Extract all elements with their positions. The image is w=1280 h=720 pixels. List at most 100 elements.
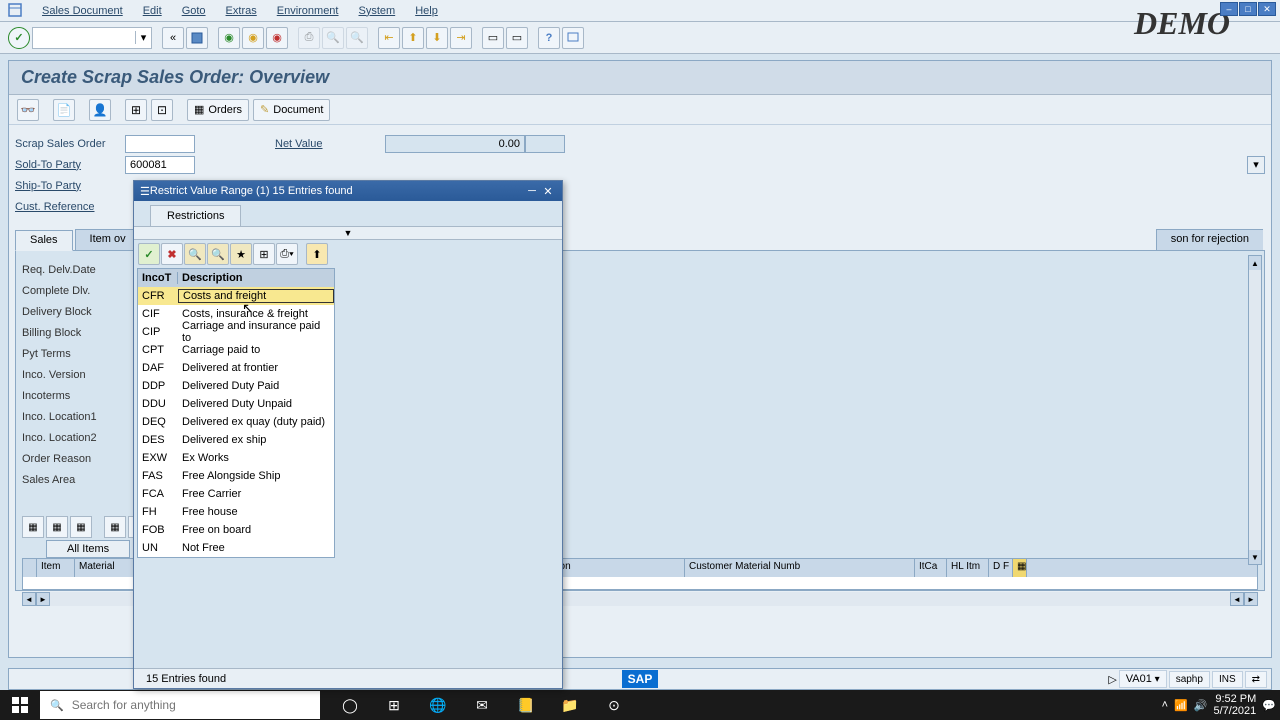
taskbar-app-notes[interactable]: 📒 <box>504 690 548 720</box>
grid-col-selector[interactable] <box>23 559 37 577</box>
cancel-button[interactable]: ◉ <box>266 27 288 49</box>
menu-sales-document[interactable]: Sales Document <box>32 5 133 17</box>
popup-close-button[interactable]: ✕ <box>540 183 556 199</box>
scroll-left2-button[interactable]: ◄ <box>1230 592 1244 606</box>
popup-tab-restrictions[interactable]: Restrictions <box>150 205 241 226</box>
popup-cancel-button[interactable]: ✖ <box>161 243 183 265</box>
popup-row-fca[interactable]: FCAFree Carrier <box>138 485 334 503</box>
enter-button[interactable]: ✓ <box>8 27 30 49</box>
task-view-button[interactable]: ◯ <box>328 690 372 720</box>
popup-row-ddp[interactable]: DDPDelivered Duty Paid <box>138 377 334 395</box>
taskbar-search[interactable]: 🔍 <box>40 691 320 719</box>
popup-row-exw[interactable]: EXWEx Works <box>138 449 334 467</box>
print-button[interactable]: ⎙ <box>298 27 320 49</box>
popup-row-cfr[interactable]: CFRCosts and freight <box>138 287 334 305</box>
tab-sales[interactable]: Sales <box>15 230 73 251</box>
popup-settings-button[interactable]: ⊞ <box>253 243 275 265</box>
help-button[interactable]: ? <box>538 27 560 49</box>
taskbar-app-cortana[interactable]: ⊞ <box>372 690 416 720</box>
grid-col-item[interactable]: Item <box>37 559 75 577</box>
scrap-order-input[interactable] <box>125 135 195 153</box>
popup-row-fh[interactable]: FHFree house <box>138 503 334 521</box>
sold-to-input[interactable] <box>125 156 195 174</box>
vertical-scrollbar[interactable]: ▲ ▼ <box>1248 255 1262 565</box>
taskbar-app-explorer[interactable]: 📁 <box>548 690 592 720</box>
taskbar-app-edge[interactable]: 🌐 <box>416 690 460 720</box>
popup-row-cpt[interactable]: CPTCarriage paid to <box>138 341 334 359</box>
item-button[interactable]: ⊞ <box>125 99 147 121</box>
grid-col-cust-mat[interactable]: Customer Material Numb <box>685 559 915 577</box>
popup-row-ddu[interactable]: DDUDelivered Duty Unpaid <box>138 395 334 413</box>
tray-network-icon[interactable]: 📶 <box>1174 699 1188 712</box>
tray-notifications-icon[interactable]: 💬 <box>1262 699 1276 712</box>
popup-find-button[interactable]: 🔍 <box>184 243 206 265</box>
popup-col-incot[interactable]: IncoT <box>138 272 178 284</box>
popup-titlebar[interactable]: ☰ Restrict Value Range (1) 15 Entries fo… <box>134 181 562 201</box>
ship-to-label[interactable]: Ship-To Party <box>15 180 125 192</box>
grid-col-itca[interactable]: ItCa <box>915 559 947 577</box>
close-button[interactable]: ✕ <box>1258 2 1276 16</box>
menu-environment[interactable]: Environment <box>267 5 349 17</box>
popup-row-fas[interactable]: FASFree Alongside Ship <box>138 467 334 485</box>
select-all-button[interactable]: ▦ <box>22 516 44 538</box>
start-button[interactable] <box>0 690 40 720</box>
save-button[interactable] <box>186 27 208 49</box>
ok-code-field[interactable]: ▾ <box>32 27 152 49</box>
popup-find-next-button[interactable]: 🔍 <box>207 243 229 265</box>
sort-asc-button[interactable]: ▦ <box>70 516 92 538</box>
popup-print-button[interactable]: ⎙▾ <box>276 243 298 265</box>
popup-row-des[interactable]: DESDelivered ex ship <box>138 431 334 449</box>
status-tcode[interactable]: VA01 ▾ <box>1119 670 1167 688</box>
menu-help[interactable]: Help <box>405 5 448 17</box>
shortcut-button[interactable]: ▭ <box>506 27 528 49</box>
find-button[interactable]: 🔍 <box>322 27 344 49</box>
taskbar-app-mail[interactable]: ✉ <box>460 690 504 720</box>
popup-minimize-button[interactable]: ─ <box>524 183 540 199</box>
scroll-right2-button[interactable]: ► <box>1244 592 1258 606</box>
scroll-up-button[interactable]: ▲ <box>1249 256 1261 270</box>
popup-row-deq[interactable]: DEQDelivered ex quay (duty paid) <box>138 413 334 431</box>
display-button[interactable]: 👓 <box>17 99 39 121</box>
nav-back-button[interactable]: ◉ <box>218 27 240 49</box>
grid-col-df[interactable]: D F <box>989 559 1013 577</box>
system-tray[interactable]: ˄ 📶 🔊 9:52 PM 5/7/2021 💬 <box>1162 693 1276 717</box>
menu-system[interactable]: System <box>349 5 406 17</box>
last-page-button[interactable]: ⇥ <box>450 27 472 49</box>
sold-to-label[interactable]: Sold-To Party <box>15 159 125 171</box>
scroll-left-button[interactable]: ◄ <box>22 592 36 606</box>
maximize-button[interactable]: □ <box>1239 2 1257 16</box>
taskbar-search-input[interactable] <box>72 698 310 712</box>
tray-chevron-icon[interactable]: ˄ <box>1162 699 1168 711</box>
popup-row-cip[interactable]: CIPCarriage and insurance paid to <box>138 323 334 341</box>
popup-filter-toggle[interactable]: ▼ <box>134 226 562 240</box>
grid-col-material[interactable]: Material <box>75 559 135 577</box>
user-button[interactable]: 👤 <box>89 99 111 121</box>
menu-extras[interactable]: Extras <box>216 5 267 17</box>
exit-button[interactable]: ◉ <box>242 27 264 49</box>
new-session-button[interactable]: ▭ <box>482 27 504 49</box>
tab-reason-rejection[interactable]: son for rejection <box>1156 229 1263 250</box>
layout-button[interactable] <box>562 27 584 49</box>
tab-item-overview[interactable]: Item ov <box>75 229 141 250</box>
back-button[interactable]: « <box>162 27 184 49</box>
taskbar-app-obs[interactable]: ⊙ <box>592 690 636 720</box>
orders-button[interactable]: ▦Orders <box>187 99 249 121</box>
status-connection-icon[interactable]: ⇄ <box>1245 671 1267 688</box>
config-button[interactable]: ⊡ <box>151 99 173 121</box>
popup-upload-button[interactable]: ⬆ <box>306 243 328 265</box>
menu-goto[interactable]: Goto <box>172 5 216 17</box>
deselect-all-button[interactable]: ▦ <box>46 516 68 538</box>
popup-accept-button[interactable]: ✓ <box>138 243 160 265</box>
grid-col-config[interactable]: ▦ <box>1013 559 1027 577</box>
document-button[interactable]: ✎Document <box>253 99 330 121</box>
tray-sound-icon[interactable]: 🔊 <box>1194 699 1208 712</box>
find-next-button[interactable]: 🔍 <box>346 27 368 49</box>
tray-clock[interactable]: 9:52 PM 5/7/2021 <box>1213 693 1256 717</box>
minimize-button[interactable]: – <box>1220 2 1238 16</box>
all-items-tab[interactable]: All Items <box>46 540 130 558</box>
menu-edit[interactable]: Edit <box>133 5 172 17</box>
scroll-right-button[interactable]: ► <box>36 592 50 606</box>
popup-sort-button[interactable]: ★ <box>230 243 252 265</box>
first-page-button[interactable]: ⇤ <box>378 27 400 49</box>
grid-col-ption[interactable]: ption <box>545 559 685 577</box>
